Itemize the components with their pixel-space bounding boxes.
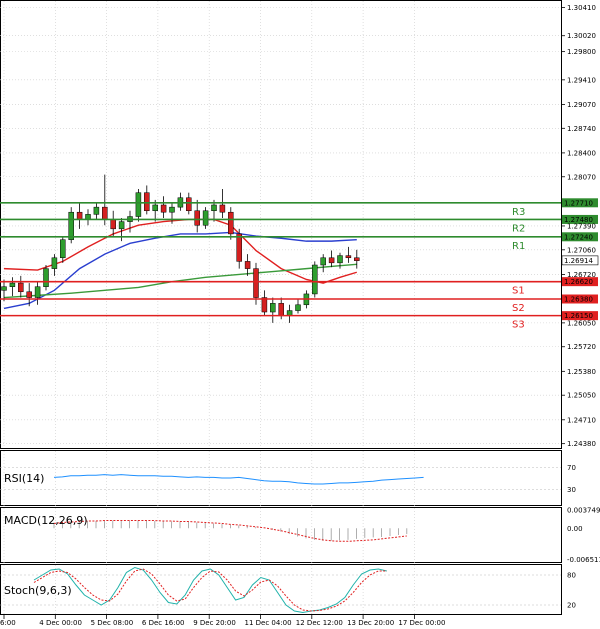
rsi-tick-label: 30 [567, 486, 576, 494]
candle-body [228, 211, 234, 235]
rsi-label: RSI(14) [4, 472, 44, 485]
candle-body [345, 255, 352, 259]
price-tick-label: 1.29800 [567, 48, 596, 56]
time-tick-label: 11 Dec 04:00 [245, 619, 292, 627]
candle-body [93, 206, 100, 215]
candle-body [144, 192, 150, 212]
price-tick-label: 1.25720 [567, 343, 596, 351]
candle-body [60, 239, 66, 259]
candle-body [118, 221, 125, 230]
candle-body [110, 219, 116, 230]
price-tick-label: 1.27390 [567, 222, 596, 230]
macd-label: MACD(12,26,9) [4, 514, 88, 527]
price-tick-label: 1.26720 [567, 271, 596, 279]
time-tick-label: 13 Dec 20:00 [347, 619, 394, 627]
time-tick-label: 4 Dec 00:00 [39, 619, 82, 627]
candle-body [194, 210, 200, 226]
candle-body [354, 257, 360, 261]
level-name: R3 [512, 207, 525, 218]
macd-tick-label: -0.006511 [567, 556, 600, 564]
macd-tick-label: 0.003749 [567, 507, 600, 515]
price-tick-label: 1.27060 [567, 246, 596, 254]
candle-body [278, 303, 284, 316]
candle-body [219, 204, 226, 213]
price-tick-label: 1.24710 [567, 416, 596, 424]
time-tick-label: 6:00 [0, 619, 16, 627]
price-tick-label: 1.25050 [567, 392, 596, 400]
time-tick-label: 12 Dec 12:00 [296, 619, 343, 627]
candle-body [76, 211, 83, 220]
stoch-tick-label: 80 [567, 572, 576, 580]
price-tick-label: 1.28740 [567, 125, 596, 133]
price-tick-label: 1.26050 [567, 319, 596, 327]
candle-body [68, 211, 74, 240]
candle-body [18, 282, 24, 293]
level-tag-label: 1.26380 [564, 296, 593, 304]
level-tag-label: 1.27240 [564, 233, 593, 241]
price-tick-label: 1.30410 [567, 4, 596, 12]
candle-body [337, 255, 343, 264]
level-name: R2 [512, 223, 525, 234]
candle-body [253, 268, 259, 298]
candle-body [270, 303, 276, 313]
candle-body [328, 257, 335, 264]
candle-body [312, 264, 318, 295]
forex-chart: R31.27710R21.27480R11.27240S11.26620S21.… [0, 0, 600, 629]
level-tag-label: 1.27710 [564, 199, 593, 207]
candle-body [135, 192, 142, 217]
level-name: S3 [512, 320, 525, 331]
candle-body [295, 304, 301, 311]
candle-body [152, 204, 158, 212]
level-name: S2 [512, 303, 525, 314]
candle-body [169, 206, 175, 213]
candle-body [51, 257, 58, 269]
time-tick-label: 5 Dec 08:00 [91, 619, 134, 627]
level-tag-label: 1.26620 [564, 278, 593, 286]
last-price-label: 1.26914 [564, 257, 593, 265]
level-name: S1 [512, 286, 525, 297]
candle-body [34, 286, 41, 298]
price-tick-label: 1.24380 [567, 440, 596, 448]
price-tick-label: 1.29070 [567, 101, 596, 109]
stoch-label: Stoch(9,6,3) [4, 584, 72, 597]
candle-body [244, 261, 251, 269]
price-tick-label: 1.29410 [567, 76, 596, 84]
candle-body [9, 282, 16, 287]
price-tick-label: 1.28400 [567, 149, 596, 157]
candle-body [1, 286, 7, 291]
rsi-tick-label: 70 [567, 464, 576, 472]
time-tick-label: 6 Dec 16:00 [142, 619, 185, 627]
stoch-tick-label: 20 [567, 602, 576, 610]
price-tick-label: 1.30020 [567, 32, 596, 40]
candle-body [320, 257, 326, 266]
macd-tick-label: 0.00 [567, 525, 583, 533]
candle-body [202, 210, 209, 226]
candle-body [102, 206, 108, 220]
price-tick-label: 1.25380 [567, 368, 596, 376]
candle-body [43, 268, 49, 287]
candle-body [186, 197, 192, 212]
time-tick-label: 17 Dec 00:00 [398, 619, 445, 627]
level-name: R1 [512, 241, 525, 252]
candle-body [236, 233, 242, 262]
candle-body [211, 204, 217, 212]
price-tick-label: 1.28070 [567, 173, 596, 181]
time-tick-label: 9 Dec 20:00 [193, 619, 236, 627]
candle-body [160, 204, 167, 213]
candle-body [26, 291, 32, 298]
